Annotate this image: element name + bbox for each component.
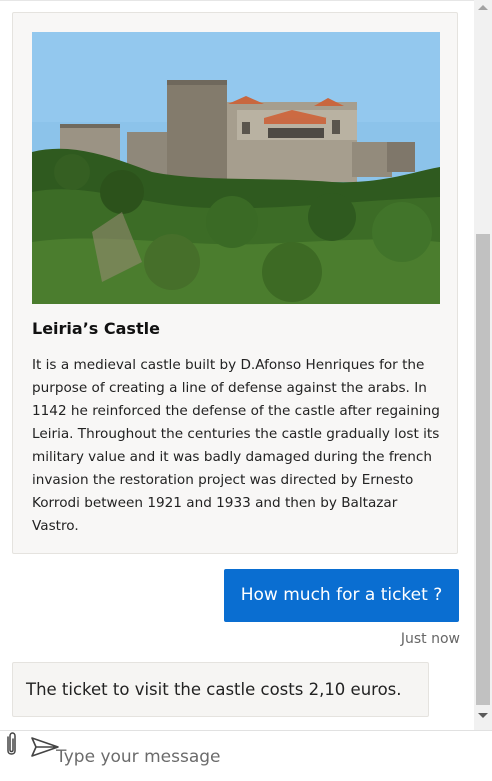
chat-transcript[interactable]: Leiria’s Castle It is a medieval castle … bbox=[0, 0, 474, 730]
hero-card: Leiria’s Castle It is a medieval castle … bbox=[12, 12, 458, 554]
message-timestamp: Just now bbox=[400, 631, 460, 647]
card-image bbox=[32, 32, 440, 304]
paperclip-icon[interactable] bbox=[0, 731, 24, 763]
castle-photo bbox=[32, 32, 440, 304]
scroll-up-arrow-icon[interactable] bbox=[478, 5, 488, 10]
scroll-down-arrow-icon[interactable] bbox=[478, 713, 488, 718]
bot-message-bubble: The ticket to visit the castle costs 2,1… bbox=[12, 662, 429, 717]
message-composer bbox=[0, 730, 492, 781]
user-message-bubble: How much for a ticket ? bbox=[224, 569, 459, 622]
scrollbar-thumb[interactable] bbox=[476, 234, 490, 705]
message-input[interactable] bbox=[54, 739, 438, 775]
scrollbar[interactable] bbox=[474, 0, 492, 730]
card-title: Leiria’s Castle bbox=[32, 319, 160, 338]
card-description: It is a medieval castle built by D.Afons… bbox=[32, 357, 440, 534]
